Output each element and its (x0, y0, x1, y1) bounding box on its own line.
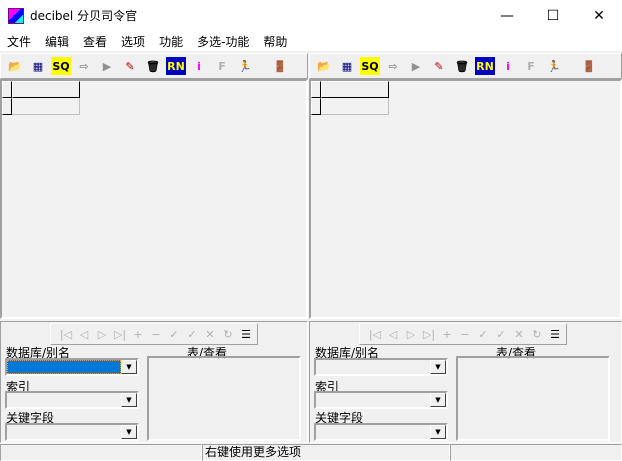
status-hint: 右键使用更多选项 (202, 444, 450, 461)
data-grid[interactable] (0, 79, 308, 319)
status-panel-1 (0, 444, 202, 461)
nav-button-4[interactable]: + (438, 328, 456, 341)
nav-button-6[interactable]: ✓ (474, 328, 492, 341)
grid-indicator-cell (2, 81, 12, 98)
menu-1[interactable]: 编辑 (38, 31, 76, 51)
selection-panel: |◁ ◁ ▷ ▷| + − ✓ ✓ ✕ ↻ ☰ 数据库/别名 表/查看 ▼ 索引 ▼ 关键字段 ▼ (309, 321, 622, 443)
minimize-button[interactable]: — (484, 0, 530, 31)
filter-icon[interactable]: F (212, 57, 232, 75)
index-combo[interactable]: ▼ (5, 391, 139, 409)
status-bar: 右键使用更多选项 (0, 444, 622, 461)
trash-icon[interactable]: 🗑 (452, 57, 472, 75)
chevron-down-icon[interactable]: ▼ (121, 425, 137, 439)
trash-icon[interactable]: 🗑 (143, 57, 163, 75)
open-folder-icon[interactable]: 📂 (5, 57, 25, 75)
database-combo[interactable]: ▼ (314, 358, 448, 376)
nav-button-1[interactable]: ◁ (384, 328, 402, 341)
grid-cell[interactable] (321, 98, 389, 115)
grid-header-cell[interactable] (321, 81, 389, 98)
sql-icon[interactable]: SQ (360, 57, 380, 75)
chevron-down-icon[interactable]: ▼ (430, 360, 446, 374)
arrow-right-icon[interactable]: ⇨ (383, 57, 403, 75)
arrow-right-icon[interactable]: ⇨ (74, 57, 94, 75)
toolbar: 📂 ▦ SQ ⇨ ▶ ✎ 🗑 RN i F 🏃 🚪 (0, 53, 308, 79)
exit-door-icon[interactable]: 🚪 (270, 57, 290, 75)
left-pane: 📂 ▦ SQ ⇨ ▶ ✎ 🗑 RN i F 🏃 🚪 |◁ ◁ ▷ ▷| + − ✓ ✓ ✕ ↻ ☰ 数据库/别名 表/查看 ▼… (0, 52, 308, 443)
run-icon[interactable]: RN (475, 57, 495, 75)
title-bar: decibel 分贝司令官 — ☐ ✕ (0, 0, 622, 31)
info-icon[interactable]: i (189, 57, 209, 75)
runner-icon[interactable]: 🏃 (235, 57, 255, 75)
nav-button-3[interactable]: ▷| (111, 328, 129, 341)
nav-button-4[interactable]: + (129, 328, 147, 341)
data-grid[interactable] (309, 79, 622, 319)
open-folder-icon[interactable]: 📂 (314, 57, 334, 75)
index-combo[interactable]: ▼ (314, 391, 448, 409)
nav-button-0[interactable]: |◁ (366, 328, 384, 341)
grid-indicator-cell (2, 98, 12, 115)
grid-indicator-cell (311, 81, 321, 98)
toolbar: 📂 ▦ SQ ⇨ ▶ ✎ 🗑 RN i F 🏃 🚪 (309, 53, 622, 79)
db-navigator: |◁ ◁ ▷ ▷| + − ✓ ✓ ✕ ↻ ☰ (50, 323, 258, 345)
app-icon (8, 7, 24, 24)
maximize-button[interactable]: ☐ (530, 0, 576, 31)
export-icon[interactable]: ▶ (97, 57, 117, 75)
menu-5[interactable]: 多选-功能 (190, 31, 256, 51)
table-icon[interactable]: ▦ (337, 57, 357, 75)
selection-panel: |◁ ◁ ▷ ▷| + − ✓ ✓ ✕ ↻ ☰ 数据库/别名 表/查看 ▼ 索引 ▼ 关键字段 ▼ (0, 321, 308, 443)
info-icon[interactable]: i (498, 57, 518, 75)
nav-button-3[interactable]: ▷| (420, 328, 438, 341)
close-button[interactable]: ✕ (576, 0, 622, 31)
edit-brush-icon[interactable]: ✎ (429, 57, 449, 75)
run-icon[interactable]: RN (166, 57, 186, 75)
db-navigator: |◁ ◁ ▷ ▷| + − ✓ ✓ ✕ ↻ ☰ (359, 323, 567, 345)
export-icon[interactable]: ▶ (406, 57, 426, 75)
nav-button-9[interactable]: ↻ (219, 328, 237, 341)
table-icon[interactable]: ▦ (28, 57, 48, 75)
grid-header-cell[interactable] (12, 81, 80, 98)
grid-cell[interactable] (12, 98, 80, 115)
database-combo[interactable]: ▼ (5, 358, 139, 376)
chevron-down-icon[interactable]: ▼ (121, 393, 137, 407)
exit-door-icon[interactable]: 🚪 (579, 57, 599, 75)
nav-button-7[interactable]: ✓ (183, 328, 201, 341)
chevron-down-icon[interactable]: ▼ (430, 393, 446, 407)
nav-button-9[interactable]: ↻ (528, 328, 546, 341)
right-pane: 📂 ▦ SQ ⇨ ▶ ✎ 🗑 RN i F 🏃 🚪 |◁ ◁ ▷ ▷| + − ✓ ✓ ✕ ↻ ☰ 数据库/别名 表/查看 ▼… (309, 52, 622, 443)
menu-3[interactable]: 选项 (114, 31, 152, 51)
nav-button-10[interactable]: ☰ (546, 328, 564, 341)
menu-6[interactable]: 帮助 (256, 31, 294, 51)
chevron-down-icon[interactable]: ▼ (121, 360, 137, 374)
sql-icon[interactable]: SQ (51, 57, 71, 75)
nav-button-5[interactable]: − (456, 328, 474, 341)
status-panel-3 (450, 444, 622, 461)
nav-button-2[interactable]: ▷ (93, 328, 111, 341)
runner-icon[interactable]: 🏃 (544, 57, 564, 75)
window-title: decibel 分贝司令官 (30, 9, 138, 23)
table-list[interactable] (147, 356, 301, 441)
nav-button-10[interactable]: ☰ (237, 328, 255, 341)
nav-button-1[interactable]: ◁ (75, 328, 93, 341)
menu-0[interactable]: 文件 (0, 31, 38, 51)
table-list[interactable] (456, 356, 610, 441)
nav-button-0[interactable]: |◁ (57, 328, 75, 341)
menu-2[interactable]: 查看 (76, 31, 114, 51)
nav-button-7[interactable]: ✓ (492, 328, 510, 341)
key-field-combo[interactable]: ▼ (5, 423, 139, 441)
nav-button-8[interactable]: ✕ (201, 328, 219, 341)
key-field-combo[interactable]: ▼ (314, 423, 448, 441)
nav-button-5[interactable]: − (147, 328, 165, 341)
chevron-down-icon[interactable]: ▼ (430, 425, 446, 439)
menu-bar: 文件 编辑 查看 选项 功能 多选-功能 帮助 (0, 31, 622, 51)
nav-button-2[interactable]: ▷ (402, 328, 420, 341)
nav-button-6[interactable]: ✓ (165, 328, 183, 341)
edit-brush-icon[interactable]: ✎ (120, 57, 140, 75)
grid-indicator-cell (311, 98, 321, 115)
nav-button-8[interactable]: ✕ (510, 328, 528, 341)
menu-4[interactable]: 功能 (152, 31, 190, 51)
filter-icon[interactable]: F (521, 57, 541, 75)
